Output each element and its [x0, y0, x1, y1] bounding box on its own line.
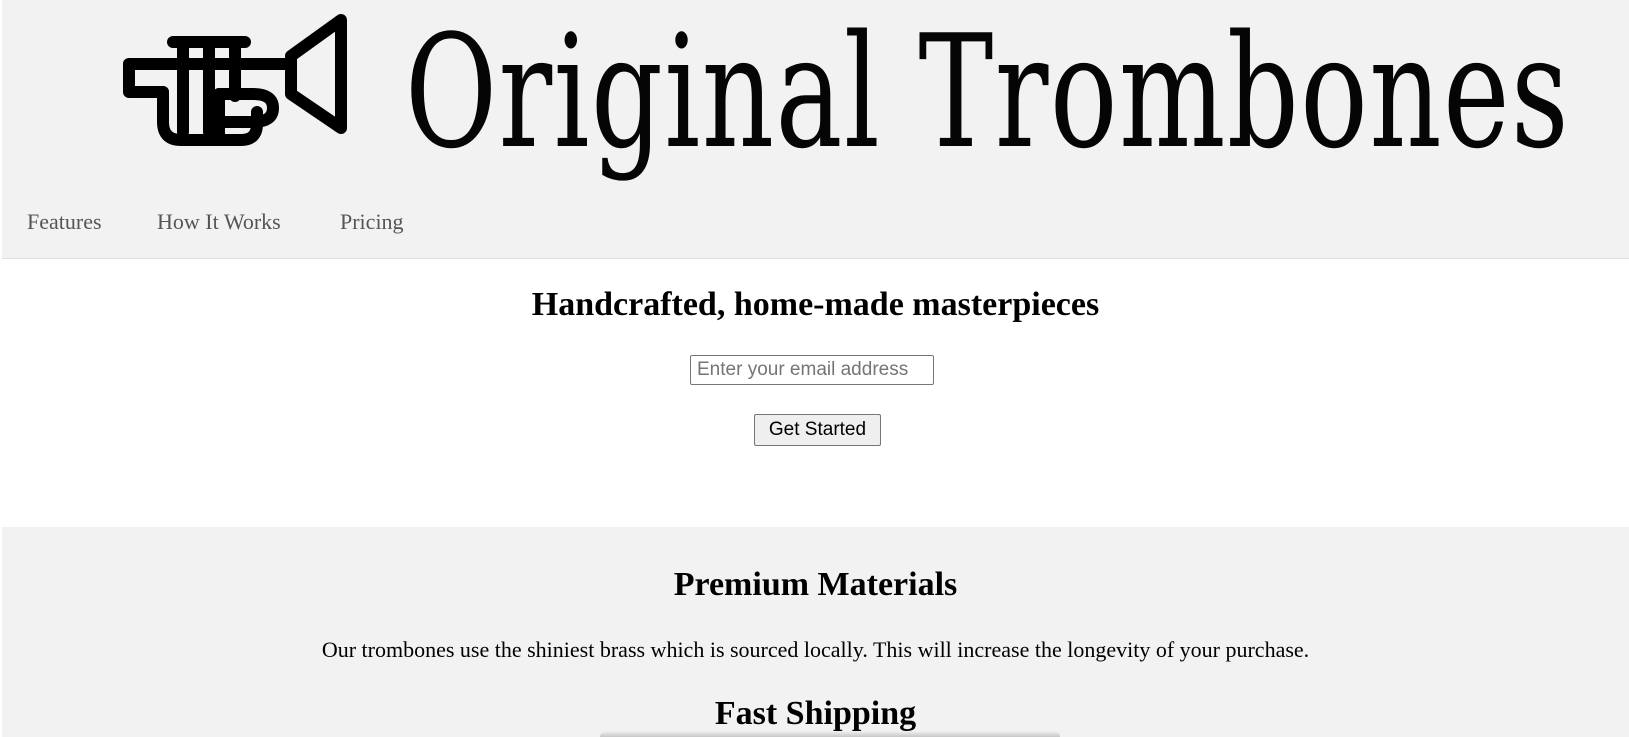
trumpet-icon	[123, 14, 347, 146]
feature-heading-premium-materials: Premium Materials	[673, 566, 958, 603]
brand-name: Original Trombones	[405, 1, 1571, 183]
features-section: Premium Materials Our trombones use the …	[2, 527, 1629, 737]
nav-link-how-it-works[interactable]: How It Works	[157, 209, 281, 235]
hero-section: Handcrafted, home-made masterpieces Get …	[2, 259, 1629, 527]
email-input[interactable]	[690, 355, 934, 385]
site-header: Original Trombones	[2, 0, 1629, 189]
feature-heading-fast-shipping: Fast Shipping	[714, 695, 917, 732]
nav-link-pricing[interactable]: Pricing	[340, 209, 404, 235]
feature-text-premium-materials: Our trombones use the shiniest brass whi…	[321, 637, 1310, 662]
hero-title: Handcrafted, home-made masterpieces	[531, 286, 1100, 323]
scroll-shadow	[600, 731, 1060, 737]
page: Original Trombones Features How It Works…	[0, 0, 1629, 737]
nav-bar: Features How It Works Pricing	[2, 188, 1629, 259]
nav-link-features[interactable]: Features	[27, 209, 102, 235]
get-started-button[interactable]: Get Started	[754, 414, 881, 446]
